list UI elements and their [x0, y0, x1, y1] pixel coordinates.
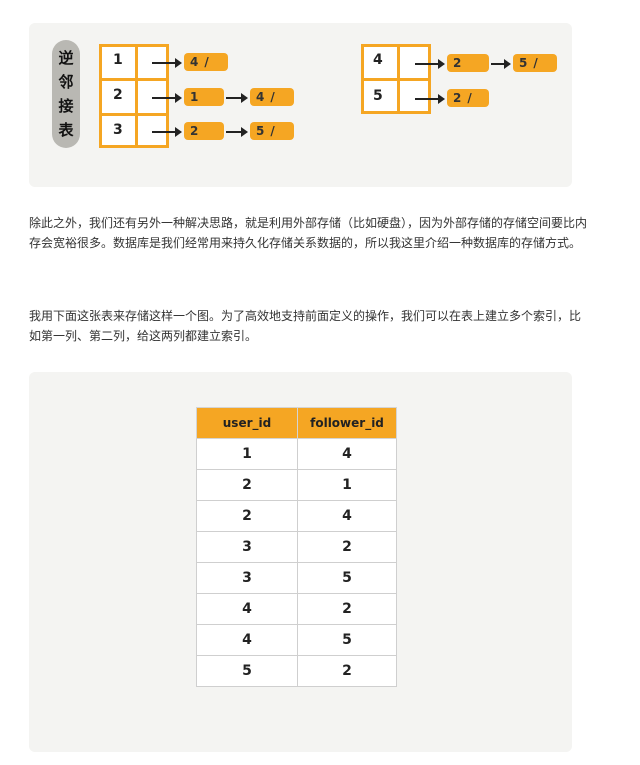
- null-pointer-icon: /: [467, 91, 472, 105]
- stamp-char: 表: [58, 121, 74, 139]
- table-row: 14: [196, 438, 397, 470]
- column-header-user-id: user_id: [196, 407, 298, 439]
- adj-key: 5: [373, 88, 383, 104]
- table-row: 52: [196, 655, 397, 687]
- cell-user-id: 5: [196, 655, 298, 687]
- arrow: [152, 127, 182, 137]
- arrow: [152, 58, 182, 68]
- table-row: 42: [196, 593, 397, 625]
- arrow: [226, 127, 248, 137]
- cell-user-id: 3: [196, 531, 298, 563]
- reverse-adjacency-stamp: 逆 邻 接 表: [52, 40, 80, 148]
- arrow: [226, 93, 248, 103]
- null-pointer-icon: /: [270, 90, 275, 104]
- follower-table: user_id follower_id 14 21 24 32 35 42 45…: [196, 407, 397, 687]
- table-header-row: user_id follower_id: [196, 407, 397, 439]
- cell-follower-id: 4: [297, 500, 397, 532]
- cell-user-id: 3: [196, 562, 298, 594]
- cell-follower-id: 5: [297, 562, 397, 594]
- list-node: 2: [184, 122, 224, 140]
- list-node: 4 /: [184, 53, 228, 71]
- cell-user-id: 2: [196, 469, 298, 501]
- adj-key: 1: [113, 52, 123, 68]
- stamp-char: 接: [58, 97, 74, 115]
- null-pointer-icon: /: [270, 124, 275, 138]
- list-node: 2 /: [447, 89, 489, 107]
- cell-user-id: 4: [196, 624, 298, 656]
- cell-user-id: 1: [196, 438, 298, 470]
- table-row: 32: [196, 531, 397, 563]
- table-row: 35: [196, 562, 397, 594]
- arrow: [415, 94, 445, 104]
- column-header-follower-id: follower_id: [297, 407, 397, 439]
- adj-key: 3: [113, 122, 123, 138]
- arrow: [152, 93, 182, 103]
- stamp-char: 邻: [58, 73, 74, 91]
- cell-follower-id: 4: [297, 438, 397, 470]
- arrow: [415, 59, 445, 69]
- paragraph-external-storage: 除此之外，我们还有另外一种解决思路，就是利用外部存储（比如硬盘），因为外部存储的…: [29, 216, 588, 250]
- adj-key: 4: [373, 52, 383, 68]
- list-node: 1: [184, 88, 224, 106]
- cell-follower-id: 5: [297, 624, 397, 656]
- cell-follower-id: 2: [297, 655, 397, 687]
- table-row: 45: [196, 624, 397, 656]
- adj-key: 2: [113, 87, 123, 103]
- table-row: 24: [196, 500, 397, 532]
- right-adjacency-table: [361, 44, 431, 114]
- stamp-char: 逆: [58, 49, 74, 67]
- list-node: 4 /: [250, 88, 294, 106]
- table-row: 21: [196, 469, 397, 501]
- cell-user-id: 4: [196, 593, 298, 625]
- paragraph-table-index: 我用下面这张表来存储这样一个图。为了高效地支持前面定义的操作，我们可以在表上建立…: [29, 309, 582, 343]
- list-node: 5 /: [513, 54, 557, 72]
- arrow: [491, 59, 511, 69]
- cell-follower-id: 2: [297, 531, 397, 563]
- cell-follower-id: 1: [297, 469, 397, 501]
- cell-follower-id: 2: [297, 593, 397, 625]
- null-pointer-icon: /: [533, 56, 538, 70]
- list-node: 5 /: [250, 122, 294, 140]
- list-node: 2: [447, 54, 489, 72]
- cell-user-id: 2: [196, 500, 298, 532]
- null-pointer-icon: /: [204, 55, 209, 69]
